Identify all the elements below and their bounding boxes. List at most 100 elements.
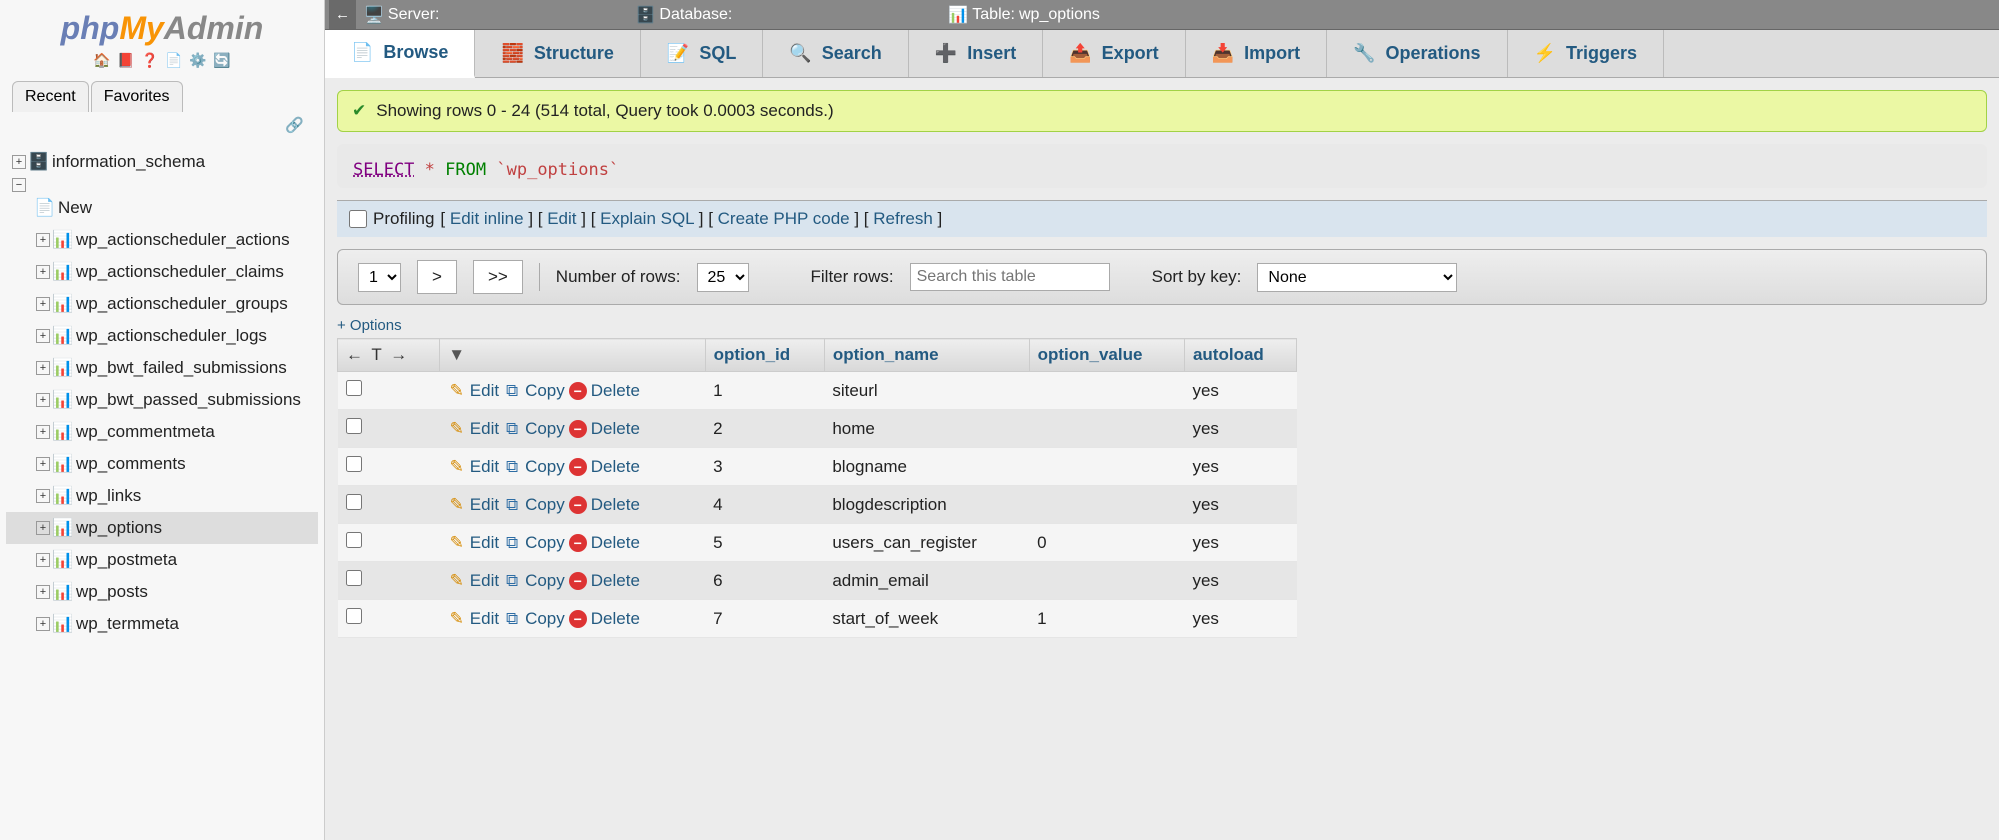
edit-link[interactable]: ✎Edit bbox=[448, 419, 499, 439]
expand-icon[interactable]: + bbox=[36, 489, 50, 503]
edit-link[interactable]: ✎Edit bbox=[448, 609, 499, 629]
expand-icon[interactable]: + bbox=[36, 329, 50, 343]
copy-link[interactable]: ⧉Copy bbox=[503, 495, 565, 515]
copy-link[interactable]: ⧉Copy bbox=[503, 381, 565, 401]
expand-icon[interactable]: + bbox=[36, 521, 50, 535]
reload-icon[interactable]: 🔄 bbox=[213, 51, 231, 69]
tree-item[interactable]: +📊wp_actionscheduler_actions bbox=[6, 224, 318, 256]
edit-link[interactable]: ✎Edit bbox=[448, 457, 499, 477]
delete-link[interactable]: −Delete bbox=[569, 571, 640, 591]
tree-current-db[interactable]: − bbox=[6, 178, 318, 192]
expand-icon[interactable]: + bbox=[36, 233, 50, 247]
tab-triggers[interactable]: ⚡Triggers bbox=[1508, 30, 1664, 77]
tab-recent[interactable]: Recent bbox=[12, 81, 89, 112]
tree-item[interactable]: +📊wp_actionscheduler_claims bbox=[6, 256, 318, 288]
query-action-link[interactable]: Edit inline bbox=[450, 209, 524, 228]
docs-icon[interactable]: 📄 bbox=[165, 51, 183, 69]
col-autoload[interactable]: autoload bbox=[1184, 339, 1296, 372]
query-action-link[interactable]: Edit bbox=[547, 209, 576, 228]
delete-link[interactable]: −Delete bbox=[569, 457, 640, 477]
delete-link[interactable]: −Delete bbox=[569, 609, 640, 629]
tree-item[interactable]: +📊wp_actionscheduler_groups bbox=[6, 288, 318, 320]
options-link[interactable]: + Options bbox=[337, 317, 1987, 334]
expand-icon[interactable]: + bbox=[36, 585, 50, 599]
tree-item[interactable]: +📊wp_bwt_passed_submissions bbox=[6, 384, 318, 416]
settings-icon[interactable]: ⚙️ bbox=[189, 51, 207, 69]
tree-item[interactable]: +📊wp_postmeta bbox=[6, 544, 318, 576]
delete-link[interactable]: −Delete bbox=[569, 381, 640, 401]
expand-icon[interactable]: + bbox=[12, 155, 26, 169]
row-checkbox[interactable] bbox=[346, 418, 362, 434]
tree-item[interactable]: +📊wp_commentmeta bbox=[6, 416, 318, 448]
tab-search[interactable]: 🔍Search bbox=[763, 30, 908, 77]
delete-link[interactable]: −Delete bbox=[569, 495, 640, 515]
query-action-link[interactable]: Explain SQL bbox=[600, 209, 694, 228]
last-page-button[interactable]: >> bbox=[473, 260, 523, 294]
copy-link[interactable]: ⧉Copy bbox=[503, 533, 565, 553]
expand-icon[interactable]: + bbox=[36, 265, 50, 279]
tree-item[interactable]: +📊wp_posts bbox=[6, 576, 318, 608]
delete-link[interactable]: −Delete bbox=[569, 419, 640, 439]
col-option-name[interactable]: option_name bbox=[824, 339, 1029, 372]
page-select[interactable]: 1 bbox=[358, 263, 401, 292]
copy-link[interactable]: ⧉Copy bbox=[503, 571, 565, 591]
profiling-checkbox[interactable] bbox=[349, 210, 367, 228]
col-toggle[interactable]: ← T → bbox=[338, 339, 440, 372]
copy-link[interactable]: ⧉Copy bbox=[503, 457, 565, 477]
row-checkbox[interactable] bbox=[346, 570, 362, 586]
crumb-table[interactable]: 📊 Table: wp_options bbox=[948, 5, 1100, 25]
tree-root[interactable]: + 🗄️ information_schema bbox=[6, 146, 318, 178]
tree-item[interactable]: +📊wp_actionscheduler_logs bbox=[6, 320, 318, 352]
tab-operations[interactable]: 🔧Operations bbox=[1327, 30, 1507, 77]
edit-link[interactable]: ✎Edit bbox=[448, 381, 499, 401]
col-option-value[interactable]: option_value bbox=[1029, 339, 1184, 372]
row-checkbox[interactable] bbox=[346, 608, 362, 624]
tab-browse[interactable]: 📄Browse bbox=[325, 30, 475, 78]
tab-insert[interactable]: ➕Insert bbox=[909, 30, 1043, 77]
crumb-database[interactable]: 🗄️ Database: bbox=[636, 5, 733, 25]
expand-icon[interactable]: + bbox=[36, 393, 50, 407]
delete-link[interactable]: −Delete bbox=[569, 533, 640, 553]
crumb-server[interactable]: 🖥️ Server: bbox=[364, 5, 440, 25]
filter-input[interactable] bbox=[910, 263, 1110, 291]
row-checkbox[interactable] bbox=[346, 494, 362, 510]
expand-icon[interactable]: + bbox=[36, 457, 50, 471]
tree-item[interactable]: +📊wp_options bbox=[6, 512, 318, 544]
edit-link[interactable]: ✎Edit bbox=[448, 571, 499, 591]
collapse-icon[interactable]: − bbox=[12, 178, 26, 192]
expand-icon[interactable]: + bbox=[36, 361, 50, 375]
expand-icon[interactable]: + bbox=[36, 297, 50, 311]
edit-link[interactable]: ✎Edit bbox=[448, 495, 499, 515]
expand-icon[interactable]: + bbox=[36, 553, 50, 567]
tree-item[interactable]: +📊wp_links bbox=[6, 480, 318, 512]
numrows-select[interactable]: 25 bbox=[697, 263, 749, 292]
edit-link[interactable]: ✎Edit bbox=[448, 533, 499, 553]
tree-item[interactable]: +📊wp_bwt_failed_submissions bbox=[6, 352, 318, 384]
col-sort-indicator[interactable]: ▼ bbox=[440, 339, 705, 372]
tree-item[interactable]: +📊wp_termmeta bbox=[6, 608, 318, 640]
exit-icon[interactable]: 📕 bbox=[117, 51, 135, 69]
row-checkbox[interactable] bbox=[346, 532, 362, 548]
copy-link[interactable]: ⧉Copy bbox=[503, 419, 565, 439]
expand-icon[interactable]: + bbox=[36, 425, 50, 439]
recent-link-icon[interactable]: 🔗 bbox=[0, 112, 324, 138]
query-action-link[interactable]: Create PHP code bbox=[718, 209, 850, 228]
col-option-id[interactable]: option_id bbox=[705, 339, 824, 372]
tab-structure[interactable]: 🧱Structure bbox=[475, 30, 640, 77]
query-action-link[interactable]: Refresh bbox=[873, 209, 933, 228]
collapse-sidebar-icon[interactable]: ← bbox=[329, 0, 356, 29]
row-checkbox[interactable] bbox=[346, 380, 362, 396]
home-icon[interactable]: 🏠 bbox=[93, 51, 111, 69]
tab-sql[interactable]: 📝SQL bbox=[641, 30, 763, 77]
help-icon[interactable]: ❓ bbox=[141, 51, 159, 69]
tree-item[interactable]: +📊wp_comments bbox=[6, 448, 318, 480]
copy-link[interactable]: ⧉Copy bbox=[503, 609, 565, 629]
tab-favorites[interactable]: Favorites bbox=[91, 81, 183, 112]
next-page-button[interactable]: > bbox=[417, 260, 457, 294]
tab-import[interactable]: 📥Import bbox=[1186, 30, 1327, 77]
tree-new[interactable]: 📄 New bbox=[6, 192, 318, 224]
sort-select[interactable]: None bbox=[1257, 263, 1457, 292]
tab-export[interactable]: 📤Export bbox=[1043, 30, 1185, 77]
row-checkbox[interactable] bbox=[346, 456, 362, 472]
expand-icon[interactable]: + bbox=[36, 617, 50, 631]
